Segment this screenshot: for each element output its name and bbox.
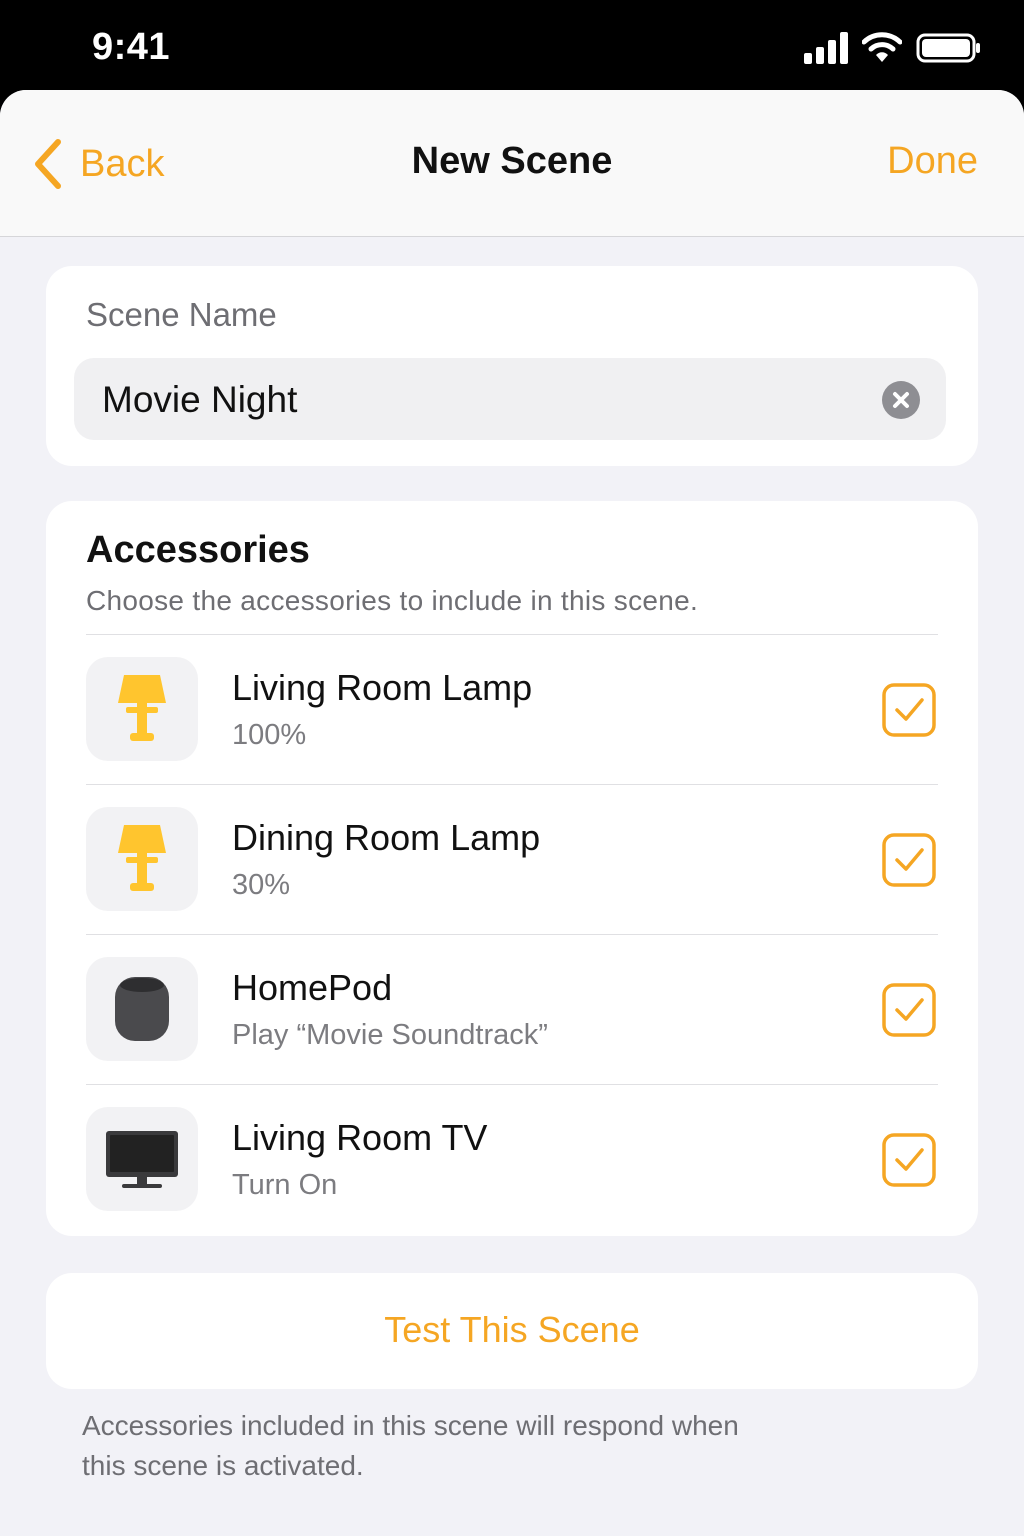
done-button[interactable]: Done [887, 140, 978, 183]
checkmark-icon [882, 833, 936, 887]
checkbox[interactable] [882, 833, 936, 887]
new-scene-sheet: Back New Scene Done Scene Name Movie Nig… [0, 90, 1024, 1536]
scene-name-value: Movie Night [102, 379, 298, 420]
accessory-name: Living Room TV [232, 1117, 488, 1158]
accessory-status: Play “Movie Soundtrack” [232, 1019, 548, 1051]
cellular-signal-icon [804, 32, 848, 64]
scene-name-card: Scene Name Movie Night [46, 266, 978, 466]
battery-icon [916, 33, 980, 63]
accessory-status: 30% [232, 869, 291, 901]
checkbox[interactable] [882, 1133, 936, 1187]
test-scene-button[interactable]: Test This Scene [46, 1273, 978, 1389]
accessory-name: HomePod [232, 967, 393, 1008]
status-bar: 9:41 [0, 0, 1024, 100]
accessory-status: Turn On [232, 1169, 338, 1201]
clear-icon [893, 392, 909, 408]
accessory-row-living-room-lamp[interactable]: Living Room Lamp 100% [86, 635, 938, 784]
tv-icon [86, 1107, 198, 1211]
accessories-subtitle: Choose the accessories to include in thi… [86, 585, 699, 616]
accessories-card: Accessories Choose the accessories to in… [46, 501, 978, 1236]
accessory-row-homepod[interactable]: HomePod Play “Movie Soundtrack” [86, 935, 938, 1084]
accessory-row-dining-room-lamp[interactable]: Dining Room Lamp 30% [86, 785, 938, 934]
checkmark-icon [882, 683, 936, 737]
accessory-name: Dining Room Lamp [232, 817, 541, 858]
scene-name-label: Scene Name [86, 296, 277, 333]
accessory-row-living-room-tv[interactable]: Living Room TV Turn On [86, 1085, 938, 1234]
checkbox[interactable] [882, 983, 936, 1037]
navigation-bar: Back New Scene Done [0, 90, 1024, 237]
accessory-status: 100% [232, 719, 307, 751]
lamp-icon [86, 657, 198, 761]
page-title: New Scene [411, 140, 613, 182]
checkmark-icon [882, 983, 936, 1037]
checkmark-icon [882, 1133, 936, 1187]
status-time: 9:41 [92, 26, 171, 68]
clear-text-button[interactable] [882, 381, 920, 419]
accessory-name: Living Room Lamp [232, 667, 533, 708]
footnote: Accessories included in this scene will … [82, 1410, 739, 1481]
lamp-icon [86, 807, 198, 911]
homepod-icon [86, 957, 198, 1061]
test-scene-label: Test This Scene [384, 1309, 640, 1350]
checkbox[interactable] [882, 683, 936, 737]
scene-name-field[interactable]: Movie Night [74, 358, 946, 440]
wifi-icon [862, 32, 902, 62]
accessories-title: Accessories [86, 529, 310, 571]
